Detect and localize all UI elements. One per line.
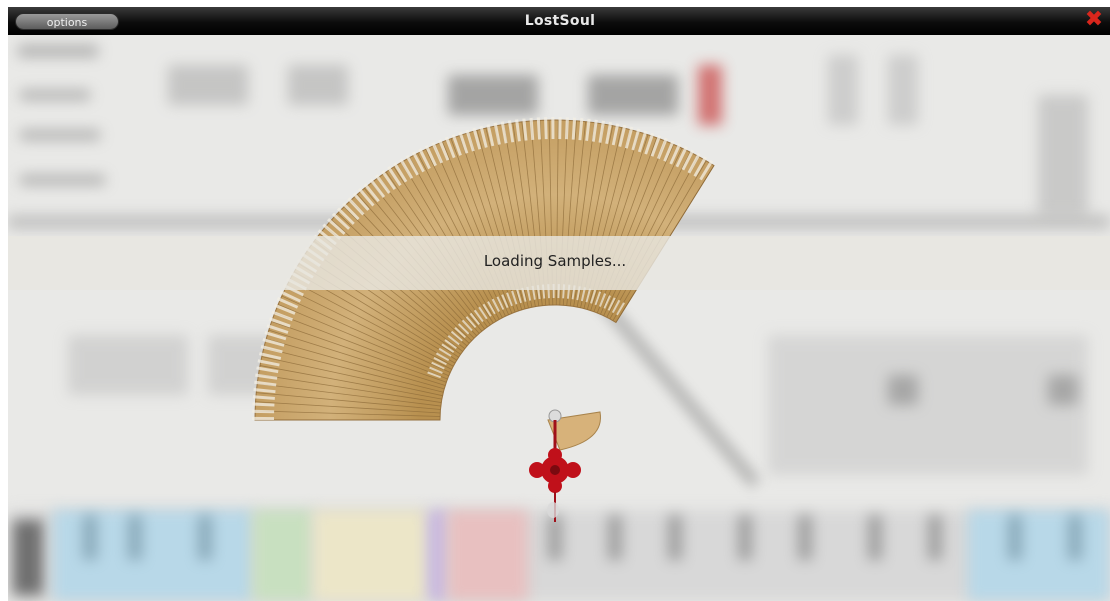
folding-fan-icon	[252, 117, 716, 522]
loading-message: Loading Samples...	[483, 252, 627, 270]
